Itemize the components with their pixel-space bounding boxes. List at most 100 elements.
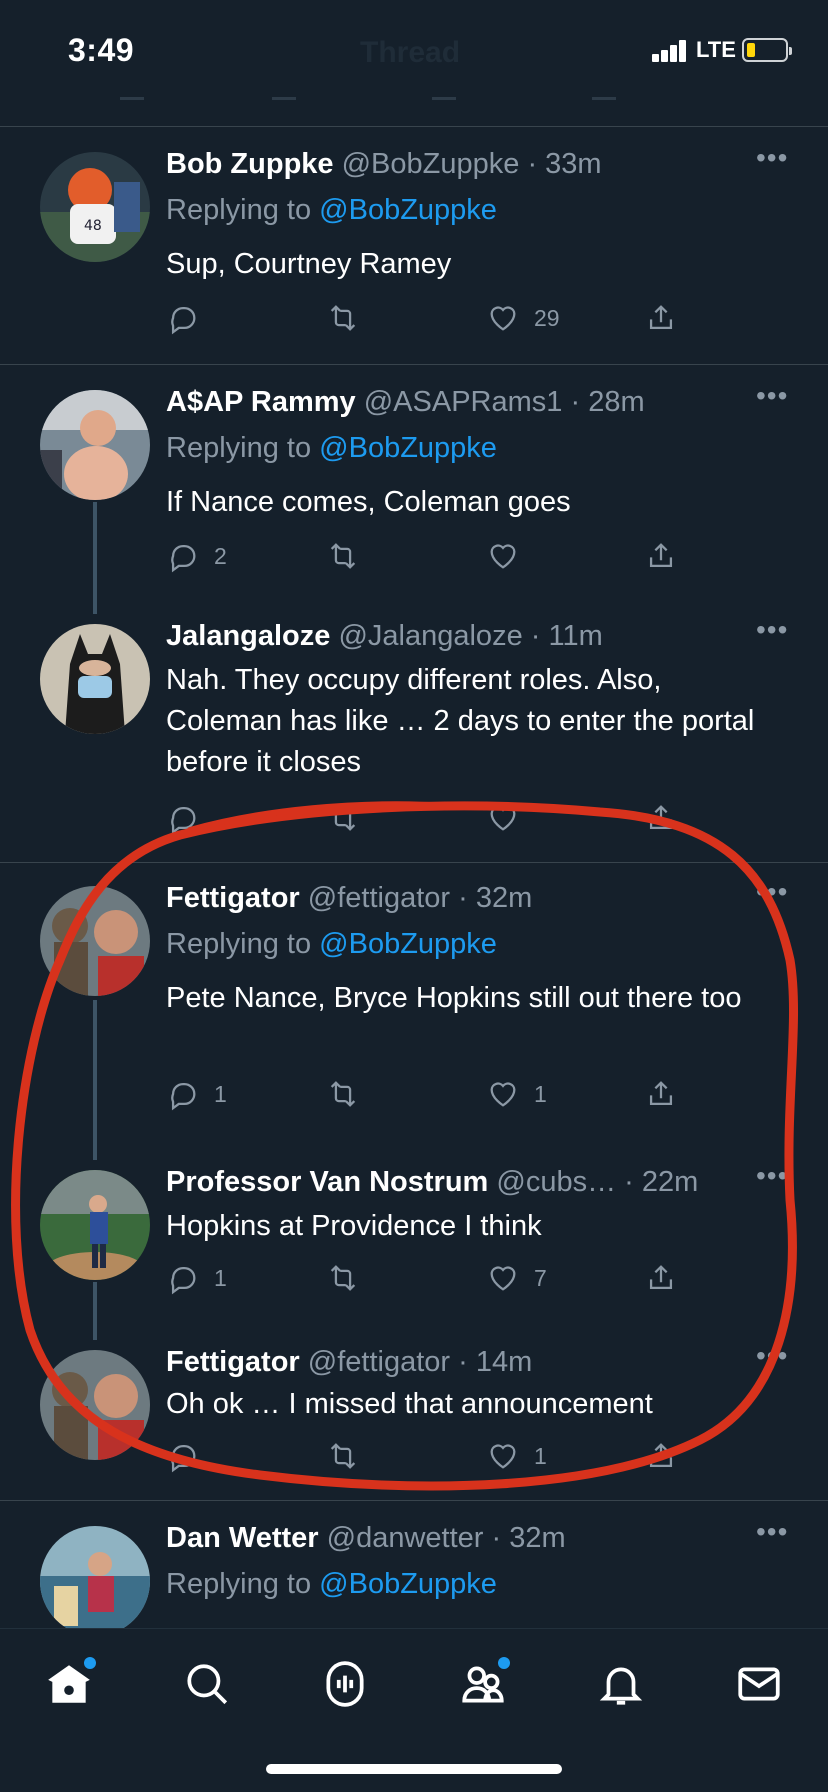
tweet-text: Pete Nance, Bryce Hopkins still out ther… [166,982,742,1014]
retweet-button[interactable] [326,1076,374,1112]
avatar[interactable] [40,390,150,500]
author-name[interactable]: Jalangaloze [166,620,330,652]
mention-link[interactable]: @BobZuppke [319,432,497,464]
svg-text:48: 48 [84,218,102,234]
heart-icon [490,1444,516,1469]
separator: · [616,1166,642,1198]
more-icon[interactable]: ••• [756,142,788,174]
retweet-button[interactable] [326,800,374,836]
separator: · [562,386,589,418]
avatar[interactable] [40,1170,150,1280]
more-icon[interactable]: ••• [756,1160,788,1192]
tab-home[interactable] [44,1657,96,1709]
more-icon[interactable]: ••• [756,1340,788,1372]
avatar[interactable] [40,1526,150,1628]
like-button[interactable] [486,538,534,574]
author-handle: @ASAPRams1 [363,386,563,418]
tweet[interactable]: Fettigator @fettigator · 14m ••• Oh ok …… [0,1324,828,1500]
separator: · [519,148,546,180]
tab-spaces[interactable] [320,1659,370,1709]
tweet[interactable]: 48 Bob Zuppke @BobZuppke · 33m ••• Reply… [0,126,828,364]
like-button[interactable]: 1 [486,1438,547,1474]
share-button[interactable] [644,800,678,836]
avatar[interactable] [40,624,150,734]
retweet-button[interactable] [326,1260,374,1296]
author-name[interactable]: A$AP Rammy [166,386,356,418]
author-name[interactable]: Fettigator [166,882,300,914]
more-icon[interactable]: ••• [756,614,788,646]
retweet-button[interactable] [326,300,374,336]
tweet[interactable]: Dan Wetter @danwetter · 32m ••• Replying… [0,1500,828,1628]
reply-button[interactable]: 1 [166,1076,227,1112]
more-icon[interactable]: ••• [756,876,788,908]
author-handle: @cubs… [496,1166,617,1198]
share-icon [649,1443,673,1468]
retweet-button[interactable] [326,1438,374,1474]
share-button[interactable] [644,1438,678,1474]
retweet-button[interactable] [326,538,374,574]
retweet-icon [330,1265,356,1291]
notification-dot [84,1657,96,1669]
author-name[interactable]: Bob Zuppke [166,148,334,180]
reply-prefix: Replying to [166,928,320,960]
avatar[interactable]: 48 [40,152,150,262]
replying-to: Replying to @BobZuppke [166,928,497,961]
reply-prefix: Replying to [166,432,320,464]
tweet[interactable]: A$AP Rammy @ASAPRams1 · 28m ••• Replying… [0,364,828,600]
more-icon[interactable]: ••• [756,1516,788,1548]
share-button[interactable] [644,538,678,574]
share-icon [649,1265,673,1290]
reply-icon [171,544,196,573]
mention-link[interactable]: @BobZuppke [319,928,497,960]
reply-button[interactable] [166,800,214,836]
share-button[interactable] [644,1260,678,1296]
author-name[interactable]: Dan Wetter [166,1522,319,1554]
more-icon[interactable]: ••• [756,380,788,412]
avatar[interactable] [40,886,150,996]
like-button[interactable] [486,800,534,836]
tweet-actions: 1 1 [166,1076,686,1112]
author-name[interactable]: Professor Van Nostrum [166,1166,488,1198]
status-bar: Thread 3:49 LTE [0,0,828,100]
like-button[interactable]: 1 [486,1076,547,1112]
reply-prefix: Replying to [166,1568,320,1600]
author-handle: @fettigator [307,1346,451,1378]
tab-communities[interactable] [458,1657,510,1709]
mention-link[interactable]: @BobZuppke [319,1568,497,1600]
tweet-actions: 1 [166,1438,686,1474]
tab-messages[interactable] [734,1659,784,1709]
tweet[interactable]: Jalangaloze @Jalangaloze · 11m ••• Nah. … [0,600,828,862]
reply-icon [171,806,196,835]
like-button[interactable]: 29 [486,300,560,336]
status-time: 3:49 [68,32,135,68]
retweet-icon [330,305,356,331]
reply-icon [171,1082,196,1111]
tab-search[interactable] [182,1659,232,1709]
mention-link[interactable]: @BobZuppke [319,194,497,226]
share-icon [649,805,673,830]
author-name[interactable]: Fettigator [166,1346,300,1378]
replying-to: Replying to @BobZuppke [166,432,497,465]
separator: · [483,1522,510,1554]
tweet-text: Nah. They occupy different roles. Also, … [166,664,755,778]
reply-button[interactable] [166,1438,214,1474]
reply-icon [171,1266,196,1295]
reply-button[interactable]: 2 [166,538,227,574]
heart-icon [490,806,516,831]
search-icon [187,1664,228,1705]
tweet[interactable]: Professor Van Nostrum @cubs… · 22m ••• H… [0,1144,828,1324]
like-button[interactable]: 7 [486,1260,547,1296]
ghost-reply-icon [120,80,144,100]
tweet-actions: 2 [166,538,686,574]
share-button[interactable] [644,1076,678,1112]
bell-icon [599,1667,643,1705]
tweet[interactable]: Fettigator @fettigator · 32m ••• Replyin… [0,862,828,1144]
avatar[interactable] [40,1350,150,1460]
mail-icon [738,1667,780,1701]
separator: · [450,882,476,914]
share-button[interactable] [644,300,678,336]
reply-button[interactable]: 1 [166,1260,227,1296]
home-indicator [266,1764,562,1774]
reply-button[interactable] [166,300,214,336]
tab-notifications[interactable] [596,1659,646,1709]
